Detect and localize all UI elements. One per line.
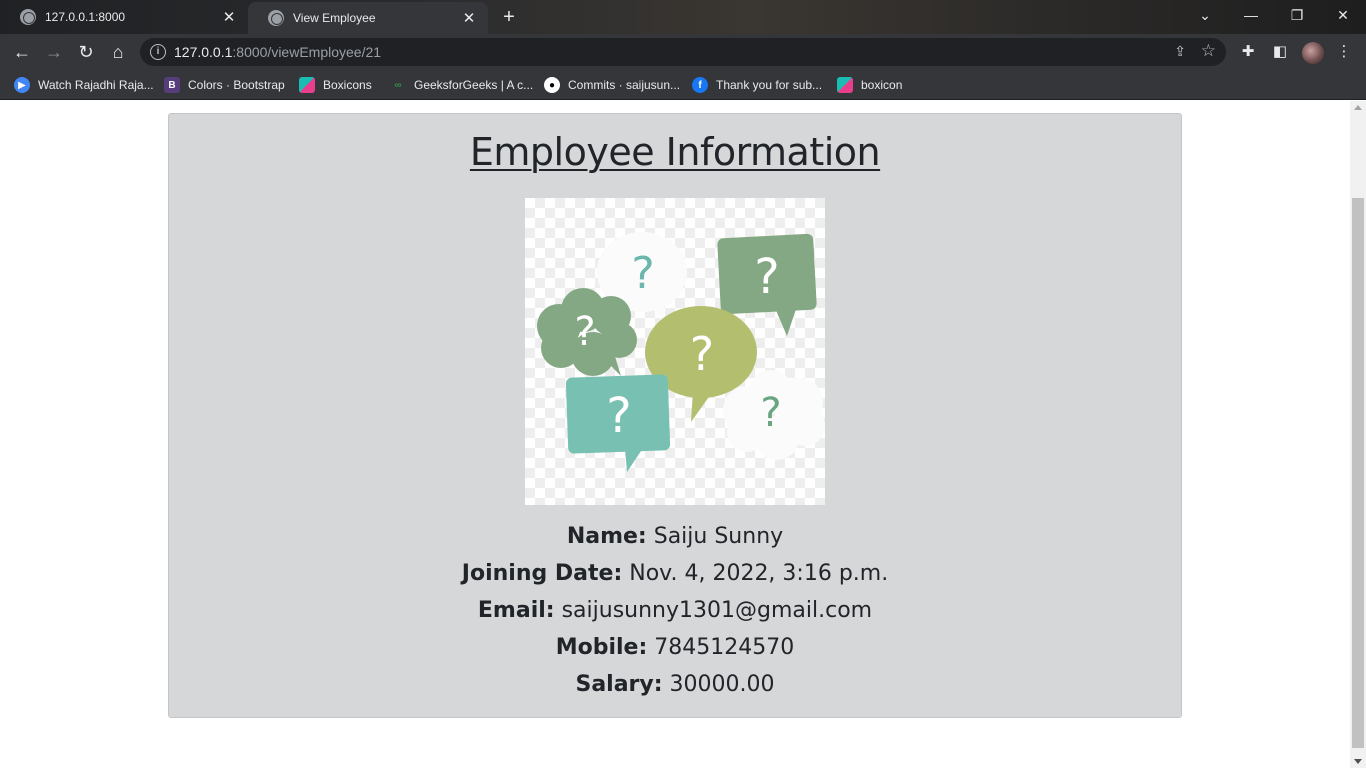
bookmark-item[interactable]: B Colors · Bootstrap [164, 76, 285, 94]
page-title: Employee Information [469, 130, 881, 174]
email-label: Email: [477, 598, 555, 623]
bookmark-label: Thank you for sub... [716, 78, 823, 92]
employee-photo: ? ? ? ? ? ? [525, 198, 825, 505]
forward-arrow-icon[interactable]: → [42, 40, 66, 64]
name-label: Name: [566, 524, 647, 549]
svg-text:?: ? [754, 249, 779, 305]
joining-date-value: Nov. 4, 2022, 3:16 p.m. [629, 561, 889, 586]
mobile-label: Mobile: [555, 635, 648, 660]
svg-text:?: ? [574, 309, 595, 355]
url-host: 127.0.0.1 [174, 44, 233, 60]
bookmark-label: Colors · Bootstrap [188, 78, 285, 92]
employee-card: Employee Information ? ? ? ? ? ? Name: S… [168, 113, 1182, 718]
bookmarks-bar: ▶ Watch Rajadhi Raja... B Colors · Boots… [0, 70, 1366, 100]
employee-details: Name: Saiju Sunny Joining Date: Nov. 4, … [169, 518, 1181, 703]
back-arrow-icon[interactable]: ← [10, 40, 34, 64]
bookmark-label: boxicon [861, 78, 903, 92]
svg-text:?: ? [606, 388, 631, 444]
new-tab-button[interactable]: + [498, 6, 520, 28]
name-row: Name: Saiju Sunny [169, 518, 1181, 555]
reload-icon[interactable]: ↻ [74, 40, 98, 64]
tab-search-icon[interactable]: ⌄ [1182, 0, 1228, 30]
side-panel-icon[interactable]: ◧ [1270, 42, 1290, 62]
bookmark-label: Watch Rajadhi Raja... [38, 78, 154, 92]
site-info-icon[interactable]: i [150, 44, 166, 60]
share-icon[interactable]: ⇪ [1174, 43, 1186, 60]
bookmark-item[interactable]: ∞ GeeksforGeeks | A c... [390, 76, 533, 94]
mobile-value: 7845124570 [654, 635, 795, 660]
email-row: Email: saijusunny1301@gmail.com [169, 592, 1181, 629]
play-icon: ▶ [14, 77, 30, 93]
menu-kebab-icon[interactable]: ⋮ [1334, 42, 1354, 62]
home-icon[interactable]: ⌂ [106, 40, 130, 64]
restore-button[interactable]: ❐ [1274, 0, 1320, 30]
bookmark-star-icon[interactable]: ☆ [1201, 41, 1216, 61]
bookmark-label: Commits · saijusun... [568, 78, 681, 92]
svg-text:?: ? [760, 390, 781, 436]
salary-value: 30000.00 [669, 672, 775, 697]
scroll-down-arrow-icon[interactable] [1354, 759, 1362, 764]
close-tab-icon[interactable]: ✕ [220, 8, 238, 26]
bookmark-item[interactable]: ▶ Watch Rajadhi Raja... [14, 76, 154, 94]
close-tab-icon[interactable]: ✕ [460, 9, 478, 27]
globe-icon [268, 10, 284, 26]
address-bar[interactable]: i 127.0.0.1:8000/viewEmployee/21 ⇪ ☆ [140, 38, 1226, 66]
extensions-icon[interactable]: ✚ [1238, 42, 1258, 62]
svg-text:?: ? [690, 327, 714, 381]
profile-avatar[interactable] [1302, 42, 1324, 64]
question-bubbles-image: ? ? ? ? ? ? [537, 232, 825, 472]
geeksforgeeks-icon: ∞ [394, 79, 402, 91]
boxicons-icon [837, 77, 853, 93]
salary-row: Salary: 30000.00 [169, 666, 1181, 703]
email-value: saijusunny1301@gmail.com [561, 598, 873, 623]
joining-date-row: Joining Date: Nov. 4, 2022, 3:16 p.m. [169, 555, 1181, 592]
bookmark-label: Boxicons [323, 78, 372, 92]
tab-strip: 127.0.0.1:8000 ✕ View Employee ✕ + ⌄ — ❐… [0, 0, 1366, 34]
salary-label: Salary: [575, 672, 663, 697]
bookmark-label: GeeksforGeeks | A c... [414, 78, 534, 92]
boxicons-icon [299, 77, 315, 93]
tab-home[interactable]: 127.0.0.1:8000 ✕ [0, 0, 248, 34]
globe-icon [20, 9, 36, 25]
github-icon: ● [544, 77, 560, 93]
page-viewport: Employee Information ? ? ? ? ? ? Name: S… [0, 101, 1350, 768]
bookmark-item[interactable]: boxicon [837, 76, 902, 94]
scroll-up-arrow-icon[interactable] [1354, 105, 1362, 110]
scrollbar-thumb[interactable] [1352, 198, 1364, 748]
tab-title: View Employee [293, 11, 376, 25]
svg-text:?: ? [631, 248, 654, 299]
browser-toolbar: ← → ↻ ⌂ i 127.0.0.1:8000/viewEmployee/21… [0, 34, 1366, 70]
tab-view-employee[interactable]: View Employee ✕ [248, 2, 488, 34]
minimize-button[interactable]: — [1228, 0, 1274, 30]
facebook-icon: f [692, 77, 708, 93]
bookmark-item[interactable]: Boxicons [299, 76, 372, 94]
bootstrap-icon: B [164, 77, 180, 93]
bookmark-item[interactable]: f Thank you for sub... [692, 76, 822, 94]
url-text[interactable]: 127.0.0.1:8000/viewEmployee/21 [174, 44, 381, 60]
close-window-button[interactable]: ✕ [1320, 0, 1366, 30]
tab-title: 127.0.0.1:8000 [45, 10, 126, 24]
mobile-row: Mobile: 7845124570 [169, 629, 1181, 666]
page-scrollbar[interactable] [1350, 101, 1366, 768]
url-path: :8000/viewEmployee/21 [232, 44, 382, 60]
joining-date-label: Joining Date: [461, 561, 623, 586]
bookmark-item[interactable]: ● Commits · saijusun... [544, 76, 680, 94]
name-value: Saiju Sunny [653, 524, 784, 549]
